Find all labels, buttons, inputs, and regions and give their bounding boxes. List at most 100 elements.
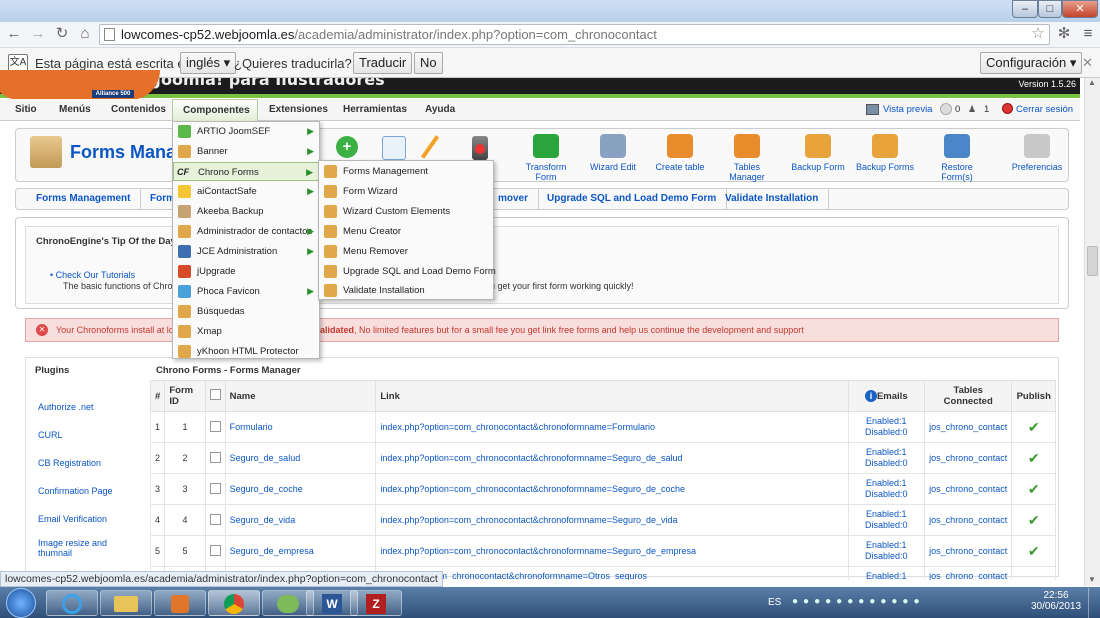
- row-emails[interactable]: Enabled:1 Disabled:0: [847, 473, 925, 505]
- submenu-form-wizard[interactable]: Form Wizard: [319, 182, 493, 201]
- start-button[interactable]: [6, 588, 36, 618]
- copy-icon[interactable]: [382, 136, 406, 160]
- ie-taskbar-icon[interactable]: [46, 590, 98, 616]
- dropdown-jce[interactable]: JCE Administration ▶: [173, 242, 319, 261]
- plugin-authorize[interactable]: Authorize .net: [38, 402, 94, 412]
- row-name[interactable]: Seguro_de_empresa: [224, 535, 377, 567]
- row-name[interactable]: Seguro_de_coche: [224, 473, 377, 505]
- explorer-taskbar-icon[interactable]: [100, 590, 152, 616]
- tray-icons[interactable]: ●●●●●●●●●●●●: [792, 596, 1020, 610]
- row-table[interactable]: jos_chrono_contact: [923, 411, 1013, 443]
- menu-icon[interactable]: ≡: [1078, 24, 1098, 44]
- show-desktop-button[interactable]: [1088, 588, 1100, 618]
- menu-extensiones[interactable]: Extensiones: [262, 99, 335, 121]
- scroll-up-icon[interactable]: ▲: [1088, 78, 1096, 87]
- backup-form-button[interactable]: Backup Form: [786, 132, 850, 176]
- translate-button[interactable]: Traducir: [353, 52, 413, 74]
- submenu-forms-management[interactable]: Forms Management: [319, 162, 493, 181]
- row-checkbox[interactable]: [209, 513, 221, 525]
- plugin-cb-registration[interactable]: CB Registration: [38, 458, 101, 468]
- minimize-button[interactable]: –: [1012, 0, 1038, 18]
- dropdown-jupgrade[interactable]: jUpgrade: [173, 262, 319, 281]
- dropdown-artio-joomsef[interactable]: ARTIO JoomSEF ▶: [173, 122, 319, 141]
- row-link[interactable]: index.php?option=com_chronocontact&chron…: [375, 473, 849, 505]
- plugin-confirmation-page[interactable]: Confirmation Page: [38, 486, 113, 496]
- tip-link[interactable]: • Check Our Tutorials: [50, 270, 135, 280]
- dropdown-chrono-forms[interactable]: CF Chrono Forms ▶: [173, 162, 319, 181]
- create-table-button[interactable]: Create table: [648, 132, 712, 176]
- media-taskbar-icon[interactable]: [154, 590, 206, 616]
- reload-icon[interactable]: ↻: [52, 24, 72, 44]
- row-table[interactable]: jos_chrono_contact: [923, 504, 1013, 536]
- backup-forms-button[interactable]: Backup Forms: [853, 132, 917, 176]
- dropdown-xmap[interactable]: Xmap: [173, 322, 319, 341]
- back-icon[interactable]: ←: [4, 24, 24, 44]
- wizard-edit-button[interactable]: Wizard Edit: [581, 132, 645, 176]
- language-indicator[interactable]: ES: [768, 597, 781, 608]
- row-table[interactable]: jos_chrono_contact: [923, 535, 1013, 567]
- address-bar[interactable]: lowcomes-cp52.webjoomla.es/academia/admi…: [99, 24, 1050, 45]
- publish-check-icon[interactable]: ✔: [1011, 535, 1056, 567]
- plugin-image-resize[interactable]: Image resize and thumnail: [38, 538, 138, 558]
- submenu-menu-creator[interactable]: Menu Creator: [319, 222, 493, 241]
- close-window-button[interactable]: ✕: [1062, 0, 1098, 18]
- subtab-forms-management[interactable]: Forms Management: [26, 188, 142, 210]
- menu-sitio[interactable]: Sitio: [8, 99, 44, 121]
- subtab-menu-remover[interactable]: mover: [488, 188, 540, 210]
- language-select[interactable]: inglés ▾: [180, 52, 237, 74]
- clock[interactable]: 22:56 30/06/2013: [1030, 590, 1082, 612]
- restore-forms-button[interactable]: Restore Form(s): [925, 132, 989, 182]
- preview-link[interactable]: Vista previa: [883, 104, 932, 115]
- row-link[interactable]: index.php?option=com_chronocontact&chron…: [375, 411, 849, 443]
- row-table[interactable]: jos_chrono_contact: [923, 566, 1013, 580]
- forward-icon[interactable]: →: [28, 24, 48, 44]
- dropdown-akeeba-backup[interactable]: Akeeba Backup: [173, 202, 319, 221]
- scroll-thumb[interactable]: [1087, 246, 1098, 276]
- chrome-taskbar-icon[interactable]: [208, 590, 260, 616]
- row-link[interactable]: php?option=com_chronocontact&chronoformn…: [375, 566, 849, 580]
- dropdown-contactos[interactable]: Administrador de contactos ▶: [173, 222, 319, 241]
- row-enabled[interactable]: Enabled:1: [847, 566, 925, 580]
- row-checkbox[interactable]: [209, 420, 221, 432]
- page-scrollbar[interactable]: ▲ ▼: [1084, 78, 1100, 586]
- submenu-validate[interactable]: Validate Installation: [319, 281, 493, 300]
- tables-manager-button[interactable]: Tables Manager: [715, 132, 779, 182]
- menu-contenidos[interactable]: Contenidos: [104, 99, 173, 121]
- preferences-button[interactable]: Preferencias: [1005, 132, 1069, 176]
- submenu-wizard-custom-elements[interactable]: Wizard Custom Elements: [319, 202, 493, 221]
- row-link[interactable]: index.php?option=com_chronocontact&chron…: [375, 504, 849, 536]
- subtab-validate[interactable]: Validate Installation: [715, 188, 830, 210]
- row-name[interactable]: Seguro_de_vida: [224, 504, 377, 536]
- row-emails[interactable]: Enabled:1 Disabled:0: [847, 411, 925, 443]
- row-link[interactable]: index.php?option=com_chronocontact&chron…: [375, 442, 849, 474]
- row-emails[interactable]: Enabled:1 Disabled:0: [847, 535, 925, 567]
- dropdown-aicontactsafe[interactable]: aiContactSafe ▶: [173, 182, 319, 201]
- new-icon[interactable]: +: [336, 136, 358, 158]
- logout-link[interactable]: Cerrar sesión: [1016, 104, 1073, 115]
- menu-componentes[interactable]: Componentes: [172, 99, 258, 121]
- subtab-upgrade-sql[interactable]: Upgrade SQL and Load Demo Form: [537, 188, 728, 210]
- dropdown-phoca-favicon[interactable]: Phoca Favicon ▶: [173, 282, 319, 301]
- menu-herramientas[interactable]: Herramientas: [336, 99, 414, 121]
- translate-config-button[interactable]: Configuración ▾: [980, 52, 1083, 74]
- publish-check-icon[interactable]: ✔: [1011, 442, 1056, 474]
- menu-ayuda[interactable]: Ayuda: [418, 99, 462, 121]
- row-emails[interactable]: Enabled:1 Disabled:0: [847, 504, 925, 536]
- no-translate-button[interactable]: No: [414, 52, 443, 74]
- dropdown-busquedas[interactable]: Búsquedas: [173, 302, 319, 321]
- dropdown-ykhoon[interactable]: yKhoon HTML Protector: [173, 342, 319, 361]
- row-emails[interactable]: Enabled:1 Disabled:0: [847, 442, 925, 474]
- submenu-menu-remover[interactable]: Menu Remover: [319, 242, 493, 261]
- star-icon[interactable]: ☆: [1028, 24, 1048, 44]
- submenu-upgrade-sql[interactable]: Upgrade SQL and Load Demo Form: [319, 262, 496, 281]
- row-link[interactable]: index.php?option=com_chronocontact&chron…: [375, 535, 849, 567]
- publish-check-icon[interactable]: ✔: [1011, 473, 1056, 505]
- publish-check-icon[interactable]: ✔: [1011, 411, 1056, 443]
- row-name[interactable]: Formulario: [224, 411, 377, 443]
- row-checkbox[interactable]: [209, 544, 221, 556]
- publish-check-icon[interactable]: ✔: [1011, 504, 1056, 536]
- transform-form-button[interactable]: Transform Form: [514, 132, 578, 182]
- dropdown-banner[interactable]: Banner ▶: [173, 142, 319, 161]
- home-icon[interactable]: ⌂: [75, 24, 95, 44]
- select-all-checkbox[interactable]: [209, 389, 221, 400]
